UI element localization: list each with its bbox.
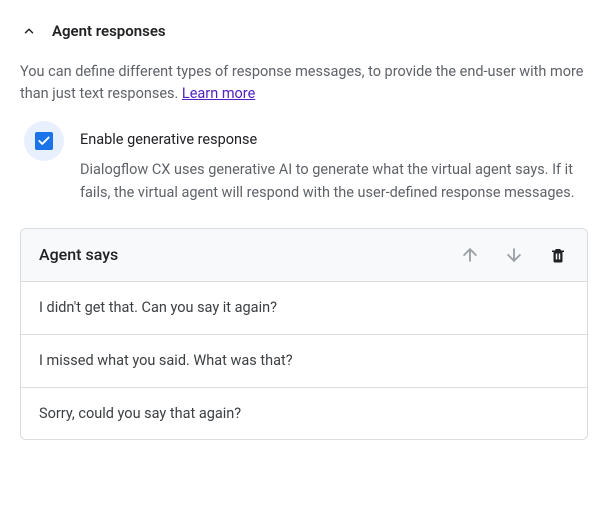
- delete-button[interactable]: [547, 244, 569, 266]
- agent-says-row[interactable]: I didn't get that. Can you say it again?: [21, 282, 587, 335]
- move-down-button[interactable]: [503, 244, 525, 266]
- checkbox-checked-icon: [35, 132, 53, 150]
- agent-says-row[interactable]: Sorry, could you say that again?: [21, 388, 587, 440]
- checkbox-label: Enable generative response: [80, 129, 588, 151]
- learn-more-link[interactable]: Learn more: [182, 85, 255, 102]
- move-up-button[interactable]: [459, 244, 481, 266]
- section-header: Agent responses: [20, 20, 588, 43]
- checkbox-description: Dialogflow CX uses generative AI to gene…: [80, 159, 588, 204]
- section-title: Agent responses: [52, 20, 166, 43]
- agent-says-rows: I didn't get that. Can you say it again?…: [21, 282, 587, 439]
- section-description: You can define different types of respon…: [20, 61, 588, 106]
- enable-generative-checkbox[interactable]: [24, 121, 64, 161]
- section-description-text: You can define different types of respon…: [20, 63, 583, 102]
- agent-says-title: Agent says: [39, 243, 118, 267]
- checkbox-text-block: Enable generative response Dialogflow CX…: [80, 127, 588, 204]
- agent-says-actions: [459, 244, 569, 266]
- agent-says-card: Agent says I didn't get that.: [20, 228, 588, 440]
- agent-says-header: Agent says: [21, 229, 587, 282]
- collapse-icon[interactable]: [20, 22, 38, 40]
- enable-generative-row: Enable generative response Dialogflow CX…: [20, 127, 588, 204]
- agent-says-row[interactable]: I missed what you said. What was that?: [21, 335, 587, 388]
